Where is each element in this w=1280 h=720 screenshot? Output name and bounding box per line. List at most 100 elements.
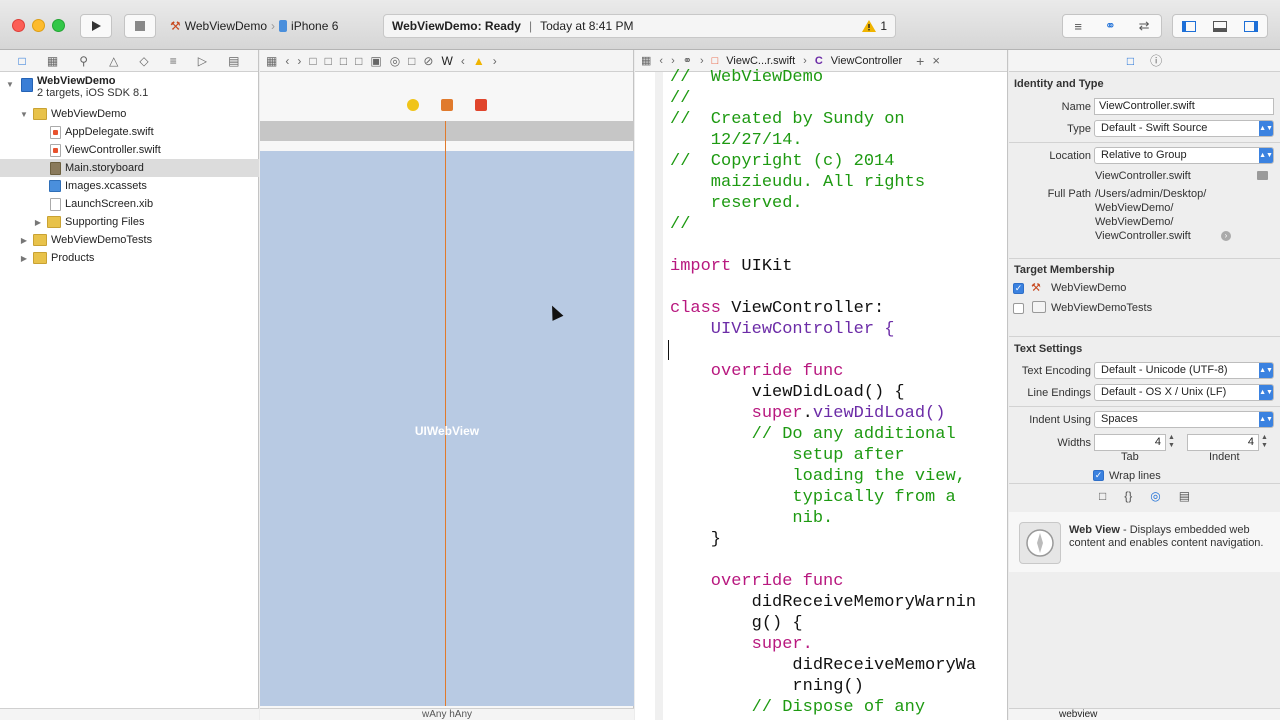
- object-library-icon[interactable]: ◎: [1150, 489, 1160, 503]
- editor-mode-segment[interactable]: ≡ ⚭ ⇄: [1062, 14, 1162, 38]
- library-filter-bar[interactable]: webview: [1009, 708, 1280, 720]
- code-line: override func: [670, 572, 844, 591]
- search-icon[interactable]: ⚲: [79, 54, 88, 68]
- webview-label: UIWebView: [414, 424, 480, 438]
- tree-item-appdelegate[interactable]: AppDelegate.swift: [0, 123, 259, 141]
- disclosure-open-icon[interactable]: ▼: [5, 80, 15, 89]
- close-window-button[interactable]: [12, 19, 25, 32]
- back-icon[interactable]: ‹: [285, 54, 289, 68]
- tree-item-supporting-files[interactable]: ▶ Supporting Files: [0, 213, 259, 231]
- tree-item-images-xcassets[interactable]: Images.xcassets: [0, 177, 259, 195]
- tree-item-webviewdemotests[interactable]: ▶ WebViewDemoTests: [0, 231, 259, 249]
- media-library-icon[interactable]: ▤: [1179, 489, 1190, 503]
- run-button[interactable]: [80, 14, 112, 38]
- size-class-label[interactable]: wAny hAny: [422, 709, 472, 720]
- folder-icon[interactable]: [1257, 171, 1268, 180]
- class-crumb[interactable]: ViewController: [831, 55, 902, 67]
- debug-toggle-icon[interactable]: [1212, 20, 1227, 32]
- tab-width-field[interactable]: 4: [1094, 434, 1166, 451]
- issue-icon[interactable]: △: [109, 54, 118, 68]
- forward-icon[interactable]: ›: [493, 54, 497, 68]
- location-select[interactable]: Relative to Group ▲▼: [1094, 147, 1274, 164]
- reveal-arrow-icon[interactable]: ›: [1221, 231, 1231, 241]
- file-crumb[interactable]: ViewC...r.swift: [726, 55, 795, 67]
- disclosure-closed-icon[interactable]: ▶: [33, 218, 43, 227]
- stepper-icon[interactable]: ▲ ▼: [1261, 434, 1268, 450]
- fullpath-line: WebViewDemo/: [1095, 202, 1174, 214]
- code-text[interactable]: // WebViewDemo // // Created by Sundy on 1…: [670, 67, 976, 718]
- code-line: maizieudu. All rights: [670, 173, 926, 192]
- view-toggle-segment[interactable]: [1172, 14, 1268, 38]
- zoom-window-button[interactable]: [52, 19, 65, 32]
- back-icon[interactable]: ‹: [659, 55, 663, 67]
- forward-icon[interactable]: ›: [671, 55, 675, 67]
- utilities-toggle-icon[interactable]: [1244, 20, 1259, 32]
- chevron-right-icon: ›: [699, 54, 704, 67]
- code-line: // WebViewDemo: [670, 68, 824, 87]
- exit-icon[interactable]: [475, 99, 487, 111]
- warning-indicator[interactable]: 1: [862, 19, 887, 33]
- identity-section-title: Identity and Type: [1014, 78, 1104, 90]
- library-filter-value[interactable]: webview: [1059, 709, 1097, 720]
- back-icon[interactable]: ‹: [461, 54, 465, 68]
- tab-caption: Tab: [1121, 451, 1139, 463]
- view-controller-icon[interactable]: [407, 99, 419, 111]
- document-icon: □: [355, 53, 363, 68]
- disclosure-closed-icon[interactable]: ▶: [19, 236, 29, 245]
- warning-icon[interactable]: ▲: [473, 54, 485, 68]
- code-snippet-icon[interactable]: {}: [1124, 489, 1132, 503]
- tree-item-label: LaunchScreen.xib: [65, 198, 154, 210]
- scheme-selector[interactable]: ⚒ WebViewDemo › iPhone 6: [170, 16, 338, 36]
- close-icon[interactable]: ×: [932, 53, 940, 68]
- debug-icon[interactable]: ≡: [170, 54, 177, 68]
- log-icon[interactable]: ▤: [228, 54, 239, 68]
- ib-jump-tail[interactable]: W: [441, 54, 452, 68]
- fullpath-line: /Users/admin/Desktop/: [1095, 188, 1207, 200]
- fullpath-line: ViewController.swift: [1095, 230, 1191, 242]
- file-inspector-icon[interactable]: □: [1127, 54, 1134, 68]
- navigator-filter-bar[interactable]: [0, 708, 259, 720]
- wrap-lines-checkbox[interactable]: ✓: [1093, 470, 1104, 481]
- tree-item-launchscreen[interactable]: LaunchScreen.xib: [0, 195, 259, 213]
- code-line: g() {: [670, 614, 803, 633]
- indent-using-select[interactable]: Spaces ▲▼: [1094, 411, 1274, 428]
- encoding-select[interactable]: Default - Unicode (UTF-8) ▲▼: [1094, 362, 1274, 379]
- minimize-window-button[interactable]: [32, 19, 45, 32]
- assistant-code-editor[interactable]: ▦ ‹ › ⚭ › □ ViewC...r.swift › C ViewCont…: [635, 50, 1008, 720]
- tree-item-webviewdemo-group[interactable]: ▼ WebViewDemo: [0, 105, 259, 123]
- file-template-icon[interactable]: □: [1099, 489, 1106, 503]
- navigator-toggle-icon[interactable]: [1181, 20, 1196, 32]
- forward-icon[interactable]: ›: [297, 54, 301, 68]
- disclosure-closed-icon[interactable]: ▶: [19, 254, 29, 263]
- grid-icon[interactable]: ▦: [641, 54, 651, 67]
- target-checkbox[interactable]: ✓: [1013, 283, 1024, 294]
- play-icon: [92, 21, 101, 31]
- chevron-updown-icon: ▲▼: [1259, 363, 1273, 378]
- project-root-row[interactable]: ▼ WebViewDemo 2 targets, iOS SDK 8.1: [0, 75, 259, 105]
- tree-item-products[interactable]: ▶ Products: [0, 249, 259, 267]
- type-select[interactable]: Default - Swift Source ▲▼: [1094, 120, 1274, 137]
- assistant-editor-icon[interactable]: ⚭: [1105, 18, 1116, 34]
- version-editor-icon[interactable]: ⇄: [1139, 18, 1150, 34]
- stop-button[interactable]: [124, 14, 156, 38]
- line-endings-select[interactable]: Default - OS X / Unix (LF) ▲▼: [1094, 384, 1274, 401]
- tree-item-viewcontroller[interactable]: ViewController.swift: [0, 141, 259, 159]
- breakpoint-icon[interactable]: ▷: [198, 54, 207, 68]
- indent-width-field[interactable]: 4: [1187, 434, 1259, 451]
- help-icon[interactable]: ⓘ: [1150, 52, 1162, 69]
- stepper-icon[interactable]: ▲ ▼: [1168, 434, 1175, 450]
- disclosure-open-icon[interactable]: ▼: [19, 110, 29, 119]
- tree-item-main-storyboard[interactable]: Main.storyboard: [0, 159, 259, 177]
- folder-icon[interactable]: □: [19, 54, 26, 68]
- test-icon[interactable]: ◇: [139, 54, 148, 68]
- standard-editor-icon[interactable]: ≡: [1074, 19, 1082, 34]
- symbol-icon[interactable]: ▦: [47, 54, 58, 68]
- library-item-webview[interactable]: Web View - Displays embedded web content …: [1009, 512, 1280, 572]
- tree-item-label: Main.storyboard: [65, 162, 144, 174]
- grid-icon[interactable]: ▦: [266, 54, 277, 68]
- assistant-icon[interactable]: ⚭: [683, 54, 692, 67]
- target-checkbox[interactable]: [1013, 303, 1024, 314]
- name-field[interactable]: ViewController.swift: [1094, 98, 1274, 115]
- first-responder-icon[interactable]: [441, 99, 453, 111]
